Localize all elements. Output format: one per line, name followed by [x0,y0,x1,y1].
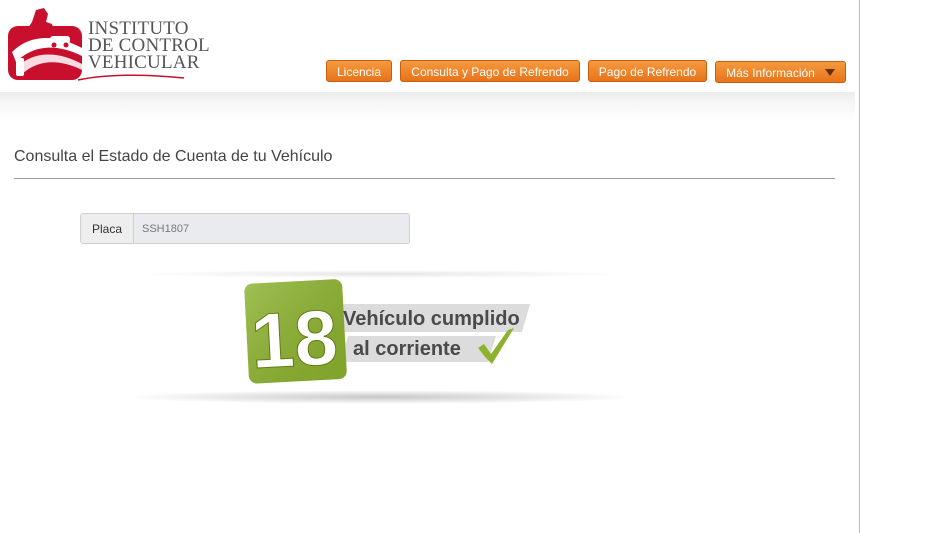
placa-field-group: Placa [80,213,410,244]
nav-consulta-pago-refrendo-label: Consulta y Pago de Refrendo [411,65,569,79]
caret-down-icon [824,69,835,77]
status-line-2: al corriente [353,338,461,360]
status-year: 18 [249,293,340,385]
logo-emblem-icon [8,8,82,80]
header: INSTITUTO DE CONTROL VEHICULAR Licencia … [0,0,855,92]
logo-wordmark: INSTITUTO DE CONTROL VEHICULAR [88,19,210,73]
title-divider [14,178,835,179]
nav-licencia-label: Licencia [336,65,382,79]
nav-mas-informacion-label: Más Información [726,66,815,80]
status-line-1: Vehículo cumplido [343,308,520,330]
nav-pago-refrendo-button[interactable]: Pago de Refrendo [588,60,707,82]
nav-licencia-button[interactable]: Licencia [326,60,392,82]
logo-line-3: VEHICULAR [88,52,200,73]
window-edge-divider [859,0,860,533]
placa-label: Placa [81,214,134,243]
header-shadow [0,92,855,122]
page-title: Consulta el Estado de Cuenta de tu Vehíc… [14,148,333,165]
site-logo[interactable]: INSTITUTO DE CONTROL VEHICULAR [6,8,210,82]
nav-pago-refrendo-label: Pago de Refrendo [598,65,697,79]
status-badge: 18 Vehículo cumplido al corriente [110,262,650,412]
nav-mas-informacion-dropdown[interactable]: Más Información [715,61,846,83]
placa-input[interactable] [134,214,409,243]
page: INSTITUTO DE CONTROL VEHICULAR Licencia … [0,0,927,533]
status-badge-graphic: 18 Vehículo cumplido al corriente [244,279,530,386]
nav-consulta-pago-refrendo-button[interactable]: Consulta y Pago de Refrendo [400,60,580,82]
logo-swoosh-icon [77,74,185,81]
